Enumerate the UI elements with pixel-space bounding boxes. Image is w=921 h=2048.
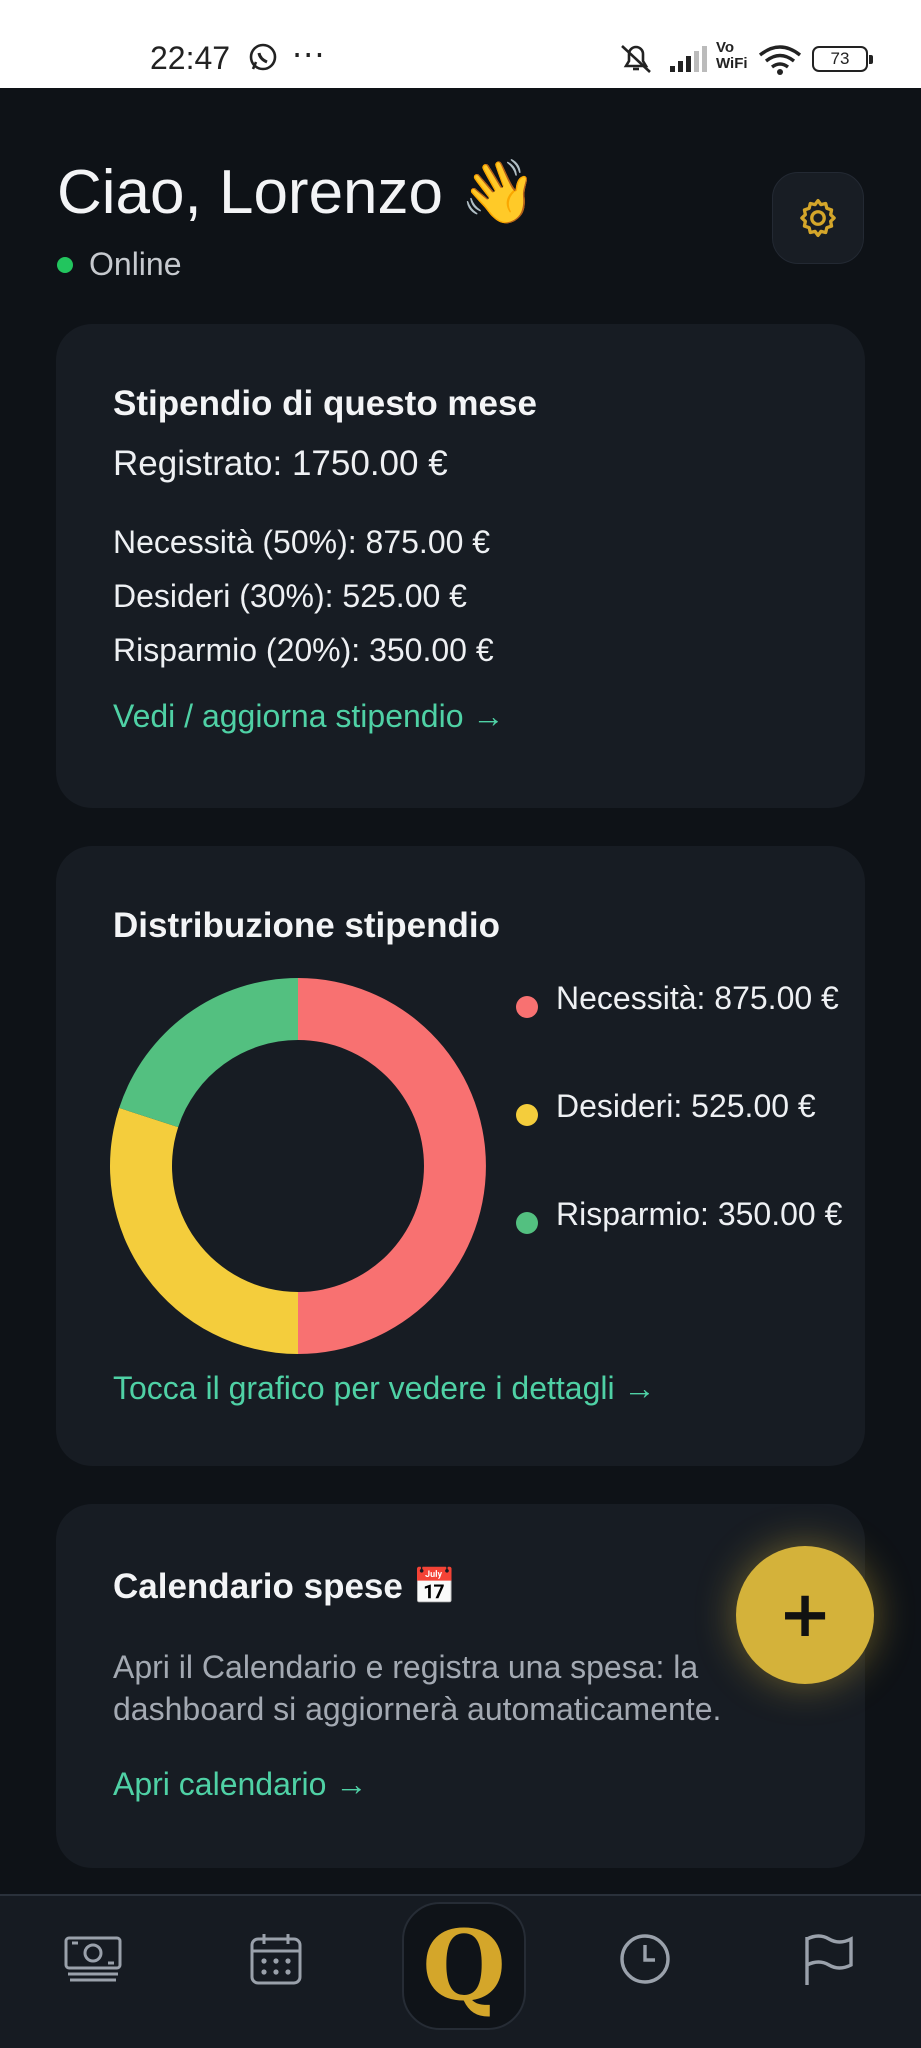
salary-card-title: Stipendio di questo mese [113,384,537,423]
calendar-icon [250,1934,302,1985]
whatsapp-icon [249,43,277,71]
legend-dot-savings [516,1212,538,1234]
status-bar: 22:47 ··· Vo WiFi 73 [0,0,921,88]
open-calendar-link[interactable]: Apri calendario → [113,1766,367,1803]
add-expense-button[interactable]: + [736,1546,874,1684]
salary-savings: Risparmio (20%): 350.00 € [113,632,494,668]
legend-label-wants: Desideri: 525.00 € [556,1088,816,1124]
nav-calendar[interactable] [241,1924,311,1994]
salary-card: Stipendio di questo mese Registrato: 175… [56,324,865,808]
calendar-card-title: Calendario spese 📅 [113,1567,457,1606]
chart-details-link[interactable]: Tocca il grafico per vedere i dettagli → [113,1370,655,1407]
update-salary-link[interactable]: Vedi / aggiorna stipendio → [113,698,504,735]
app-logo: Q [422,1909,506,2022]
gear-icon [800,198,836,238]
signal-icon [670,46,707,72]
greeting-title: Ciao, Lorenzo 👋 [57,158,538,227]
status-time: 22:47 [150,40,231,76]
distribution-card-title: Distribuzione stipendio [113,906,500,945]
money-icon [64,1936,122,1982]
nav-home[interactable]: Q [402,1902,526,2030]
clock-icon [620,1934,670,1984]
salary-needs: Necessità (50%): 875.00 € [113,524,491,560]
nav-history[interactable] [610,1924,680,1994]
salary-wants: Desideri (30%): 525.00 € [113,578,467,614]
calendar-card: Calendario spese 📅 Apri il Calendario e … [56,1504,865,1868]
battery-icon: 73 [812,46,873,72]
legend-wants: Desideri: 525.00 € [516,1084,846,1128]
nav-salary[interactable] [58,1924,128,1994]
salary-donut-chart[interactable] [108,976,488,1356]
legend-label-savings: Risparmio: 350.00 € [556,1196,843,1232]
calendar-card-description: Apri il Calendario e registra una spesa:… [113,1649,722,1727]
salary-registered: Registrato: 1750.00 € [113,444,448,483]
mute-icon [621,45,651,73]
vowifi-label: Vo WiFi [716,39,748,72]
status-more: ··· [292,36,326,74]
slice-needs[interactable] [298,978,486,1354]
wifi-icon [758,45,802,75]
legend-needs: Necessità: 875.00 € [516,976,846,1020]
online-label: Online [89,246,182,282]
legend-dot-needs [516,996,538,1018]
slice-savings[interactable] [119,978,298,1128]
app-screen: Ciao, Lorenzo 👋 Online Stipendio di ques… [0,88,921,2048]
legend-label-needs: Necessità: 875.00 € [556,980,839,1016]
bottom-navigation: Q [0,1894,921,2048]
online-dot [57,256,73,273]
flag-icon [805,1934,853,1985]
slice-wants[interactable] [109,1107,298,1354]
online-status: Online [57,246,182,283]
distribution-card: Distribuzione stipendio Necessità: 875.0… [56,846,865,1466]
legend-savings: Risparmio: 350.00 € [516,1192,846,1236]
legend-dot-wants [516,1104,538,1126]
nav-goals[interactable] [793,1924,863,1994]
settings-button[interactable] [772,172,864,264]
